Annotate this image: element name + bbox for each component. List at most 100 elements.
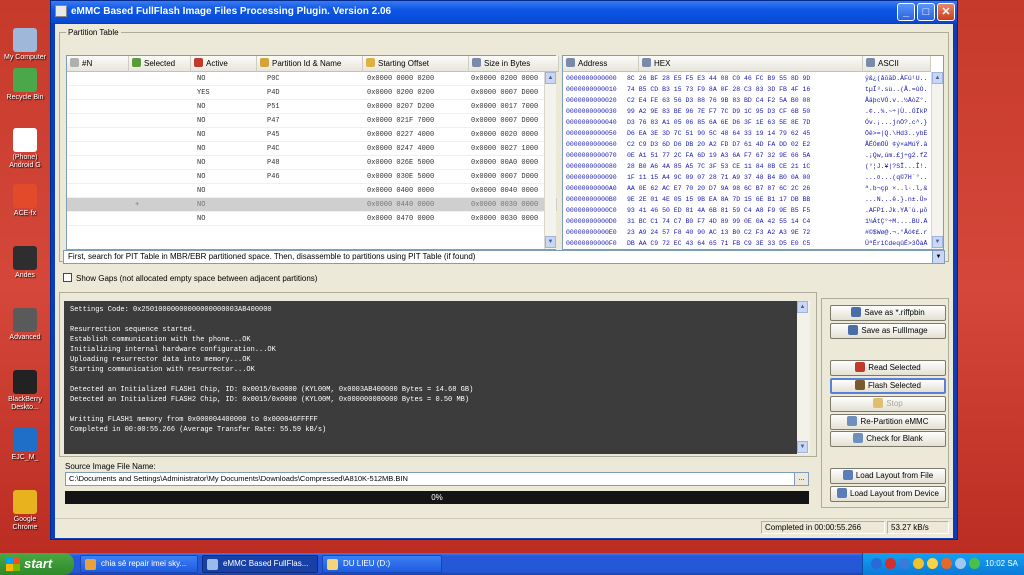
checkbox-box[interactable] (63, 273, 72, 282)
tray-r-icon[interactable] (871, 558, 882, 569)
table-row[interactable]: NO P47 0x0000 021F 7000 0x0000 0007 D000 (67, 114, 557, 128)
load-layout-file-button[interactable]: Load Layout from File (830, 468, 946, 484)
check-blank-button[interactable]: Check for Blank (830, 431, 946, 447)
status-bar: Completed in 00:00:55.266 53.27 kB/s (55, 518, 953, 534)
table-row[interactable]: NO P4C 0x0000 0247 4000 0x0000 0027 1000 (67, 142, 557, 156)
desktop-icon[interactable]: (Phone) Android G (2, 128, 48, 170)
table-row[interactable]: + NO 0x0000 0440 0000 0x0000 0030 0000 (67, 198, 557, 212)
hex-scroll-up-button[interactable]: ▲ (932, 72, 943, 84)
floppy-icon (848, 325, 859, 335)
grid-column-header[interactable]: #N (67, 56, 129, 72)
log-scroll-up-button[interactable]: ▲ (797, 301, 808, 313)
desktop-icon[interactable]: EJC_M_ (2, 428, 48, 462)
partition-name-cell: P4C (267, 145, 280, 153)
partition-grid[interactable]: #N Selected Active Partition Id & Name Start… (66, 55, 559, 250)
pit-mode-select[interactable]: First, search for PIT Table in MBR/EBR p… (63, 250, 945, 264)
stop-button[interactable]: Stop (830, 396, 946, 412)
size-cell: 0x0000 0007 D000 (471, 117, 539, 125)
window-title: eMMC Based FullFlash Image Files Process… (71, 6, 392, 17)
log-line: Resurrection sequence started. (70, 326, 197, 334)
tray-status-icon[interactable] (969, 558, 980, 569)
maximize-button[interactable]: □ (917, 3, 935, 21)
log-console: Settings Code: 0x25010000000000000000003… (64, 301, 810, 454)
source-label: Source Image File Name: (65, 462, 156, 471)
taskbar-button[interactable]: chia sẻ repair imei sky... (80, 555, 198, 573)
column-header-label: Selected (144, 59, 176, 68)
size-cell: 0x0000 0030 0000 (471, 201, 539, 209)
desktop-icon-label: Recycle Bin (6, 94, 44, 101)
hex-header-label: HEX (654, 59, 671, 68)
desktop-icon-label: My Computer (3, 54, 46, 61)
table-row[interactable]: NO 0x0000 0470 0000 0x0000 0030 0000 (67, 212, 557, 226)
table-row[interactable]: YES P4D 0x0000 0200 0200 0x0000 0007 D000 (67, 86, 557, 100)
tray-app-icon[interactable] (941, 558, 952, 569)
taskbar-app-icon (85, 559, 96, 570)
offset-cell: 0x0000 030E 5000 (367, 173, 435, 181)
desktop-icon-label: Andes (15, 272, 35, 279)
source-path-input[interactable]: C:\Documents and Settings\Administrator\… (65, 472, 809, 486)
table-row[interactable]: NO P45 0x0000 0227 4000 0x0000 0020 0000 (67, 128, 557, 142)
desktop-icon[interactable]: BlackBerry Deskto... (2, 370, 48, 412)
table-row[interactable]: NO P0C 0x0000 0000 0200 0x0000 0200 0000 (67, 72, 557, 86)
title-bar[interactable]: eMMC Based FullFlash Image Files Process… (51, 1, 957, 23)
scroll-down-button[interactable]: ▼ (545, 236, 556, 248)
grid-column-header[interactable]: Partition Id & Name (257, 56, 363, 72)
table-row[interactable]: NO P46 0x0000 030E 5000 0x0000 0007 D000 (67, 170, 557, 184)
grid-scrollbar[interactable]: ▲ ▼ (544, 72, 556, 249)
grid-column-header[interactable]: Size in Bytes (469, 56, 559, 72)
hex-scroll-down-button[interactable]: ▼ (932, 236, 943, 248)
desktop-icon[interactable]: My Computer (2, 28, 48, 62)
save-riff-button[interactable]: Save as *.riffpbin (830, 305, 946, 321)
chevron-down-icon[interactable]: ▼ (932, 251, 944, 263)
column-icon (566, 58, 575, 67)
log-scroll-down-button[interactable]: ▼ (797, 441, 808, 453)
table-row[interactable]: NO 0x0000 0400 0000 0x0000 0040 0000 (67, 184, 557, 198)
hex-scrollbar[interactable]: ▲ ▼ (931, 72, 943, 249)
desktop-icon[interactable]: Google Chrome (2, 490, 48, 532)
desktop-icon[interactable]: Andes (2, 246, 48, 280)
hex-ascii: ÛªÉrìCdeqûÉ>3ÕàÅ (865, 240, 928, 247)
show-gaps-checkbox[interactable]: Show Gaps (not allocated empty space bet… (63, 273, 317, 283)
desktop-icon-label: BlackBerry Deskto... (8, 396, 42, 411)
column-icon (366, 58, 375, 67)
tray-volume-icon[interactable] (955, 558, 966, 569)
table-row[interactable]: NO P51 0x0000 0207 D200 0x0000 0017 7000 (67, 100, 557, 114)
close-button[interactable]: ✕ (937, 3, 955, 21)
grid-column-header[interactable]: Starting Offset (363, 56, 469, 72)
log-scrollbar[interactable]: ▲ ▼ (797, 301, 810, 454)
read-selected-button[interactable]: Read Selected (830, 360, 946, 376)
grid-column-header[interactable]: Selected (129, 56, 191, 72)
tray-network-icon[interactable] (899, 558, 910, 569)
active-cell: NO (197, 187, 206, 195)
desktop-icon-image (13, 308, 37, 332)
browse-button[interactable]: ... (794, 473, 808, 485)
tray-smile-icon[interactable] (927, 558, 938, 569)
save-fullimage-button[interactable]: Save as FullImage (830, 323, 946, 339)
status-rate: 53.27 kB/s (887, 521, 949, 534)
scroll-up-button[interactable]: ▲ (545, 72, 556, 84)
hex-view[interactable]: Address HEX ASCII 0000000000000 8C 26 BF 28… (562, 55, 944, 250)
clock[interactable]: 10:02 SA (985, 553, 1018, 575)
start-button[interactable]: start (0, 553, 74, 575)
minimize-button[interactable]: _ (897, 3, 915, 21)
tray-v-icon[interactable] (885, 558, 896, 569)
taskbar-button-label: DU LIEU (D:) (343, 559, 391, 568)
flash-selected-button[interactable]: Flash Selected (830, 378, 946, 394)
taskbar-button[interactable]: eMMC Based FullFlas... (202, 555, 318, 573)
offset-cell: 0x0000 0247 4000 (367, 145, 435, 153)
desktop-icon[interactable]: ACE-fx (2, 184, 48, 218)
desktop-icon[interactable]: Advanced (2, 308, 48, 342)
tray-emoji-icon[interactable] (913, 558, 924, 569)
desktop-icon[interactable]: Recycle Bin (2, 68, 48, 102)
desktop-icon-image (13, 184, 37, 208)
table-row[interactable]: NO P48 0x0000 026E 5000 0x0000 00A0 0000 (67, 156, 557, 170)
column-icon (866, 58, 875, 67)
folder-icon (842, 470, 853, 480)
load-layout-device-button[interactable]: Load Layout from Device (830, 486, 946, 502)
taskbar-button[interactable]: DU LIEU (D:) (322, 555, 442, 573)
repartition-button[interactable]: Re-Partition eMMC (830, 414, 946, 430)
offset-cell: 0x0000 0400 0000 (367, 187, 435, 195)
grid-column-header[interactable]: Active (191, 56, 257, 72)
hex-row: 00000000000F0 DB AA C9 72 EC 43 64 65 71 … (563, 238, 943, 249)
